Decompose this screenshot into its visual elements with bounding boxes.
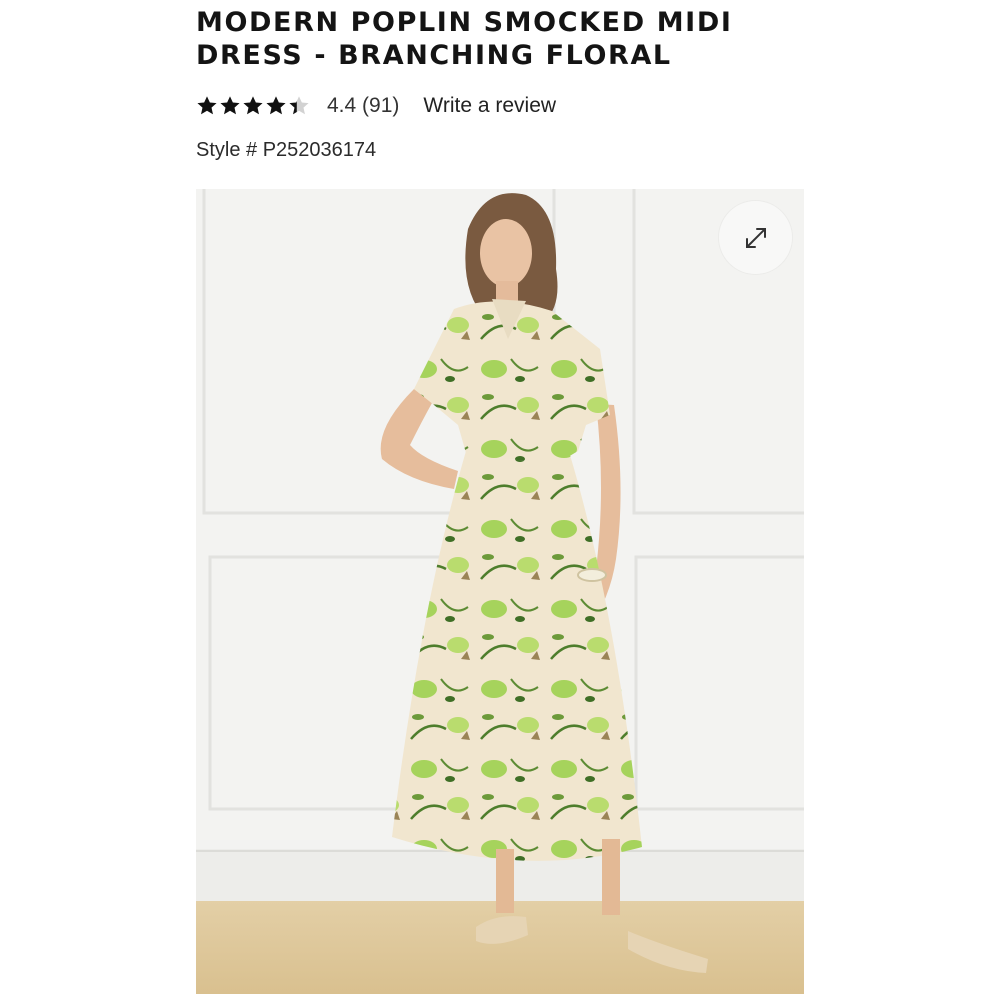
star-icon (243, 96, 263, 115)
write-review-link[interactable]: Write a review (423, 94, 556, 118)
product-title: MODERN POPLIN SMOCKED MIDI DRESS - BRANC… (196, 7, 733, 71)
rating-value: 4.4 (91) (327, 94, 399, 118)
rating-row: 4.4 (91) Write a review (196, 92, 556, 120)
star-icon (220, 96, 240, 115)
product-image[interactable] (196, 189, 804, 994)
style-number: Style # P252036174 (196, 139, 377, 161)
star-icon (266, 96, 286, 115)
star-rating[interactable] (196, 95, 311, 117)
review-count: (91) (362, 94, 400, 117)
star-icon (197, 96, 217, 115)
star-icon (289, 96, 309, 115)
expand-arrows-icon (745, 227, 766, 248)
product-photo-illustration (196, 189, 804, 994)
rating-average: 4.4 (327, 94, 357, 117)
expand-image-button[interactable] (719, 201, 792, 274)
